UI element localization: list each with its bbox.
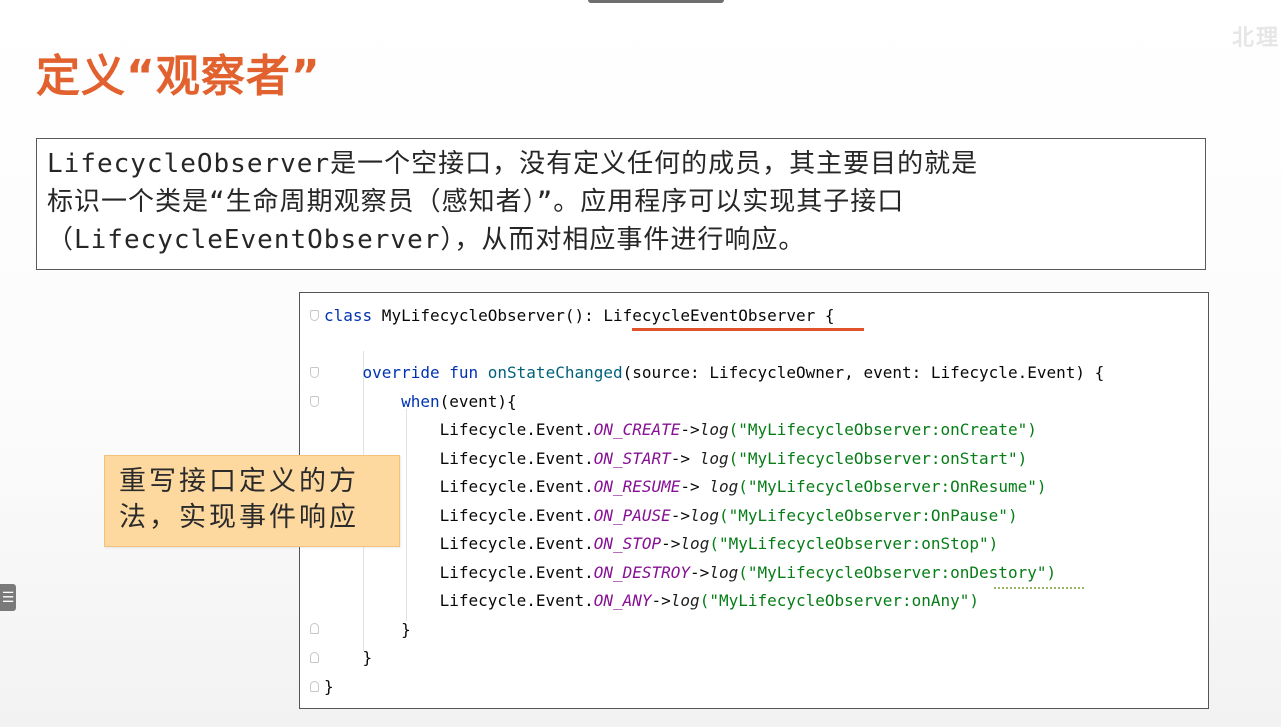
code-text: Lifecycle.Event. xyxy=(324,563,594,582)
code-line-event: Lifecycle.Event.ON_PAUSE->log("MyLifecyc… xyxy=(324,505,1018,527)
code-keyword: override fun xyxy=(362,363,479,382)
code-text: -> xyxy=(651,591,671,610)
code-text: -> xyxy=(661,534,681,553)
description-line: （LifecycleEventObserver），从而对相应事件进行响应。 xyxy=(47,225,806,255)
interface-underline xyxy=(632,328,864,331)
code-line-close-when: } xyxy=(324,620,411,639)
code-keyword: when xyxy=(401,392,440,411)
code-log-call: log xyxy=(709,477,739,496)
code-line-event: Lifecycle.Event.ON_STOP->log("MyLifecycl… xyxy=(324,533,999,555)
fold-marker-icon[interactable] xyxy=(310,396,319,407)
code-string: ("MyLifecycleObserver:onAny") xyxy=(699,591,980,610)
code-text: -> xyxy=(680,477,710,496)
code-text: -> xyxy=(680,420,700,439)
fold-marker-icon[interactable] xyxy=(310,367,319,378)
watermark: 北理 xyxy=(1232,26,1281,51)
code-string: ("MyLifecycleObserver:onDestory") xyxy=(738,563,1057,582)
code-line-event: Lifecycle.Event.ON_START-> log("MyLifecy… xyxy=(324,448,1028,470)
slide-title: 定义“观察者” xyxy=(36,51,321,102)
code-line-when: when(event){ xyxy=(324,391,517,413)
top-window-tab xyxy=(588,0,724,3)
code-text: Lifecycle.Event. xyxy=(324,420,594,439)
code-log-call: log xyxy=(670,591,700,610)
code-string: ("MyLifecycleObserver:OnResume") xyxy=(738,477,1047,496)
annotation-callout: 重写接口定义的方 法，实现事件响应 xyxy=(104,455,400,547)
code-log-call: log xyxy=(690,506,719,525)
code-line-close-class: } xyxy=(324,677,334,696)
description-line: 标识一个类是“生命周期观察员（感知者）”。应用程序可以实现其子接口 xyxy=(47,187,905,217)
code-constant: ON_STOP xyxy=(593,534,662,553)
code-snippet: class MyLifecycleObserver(): LifecycleEv… xyxy=(299,292,1209,709)
code-line-event: Lifecycle.Event.ON_CREATE->log("MyLifecy… xyxy=(324,419,1037,441)
code-constant: ON_DESTROY xyxy=(593,563,691,582)
code-constant: ON_ANY xyxy=(593,591,652,610)
code-line-class-declaration: class MyLifecycleObserver(): LifecycleEv… xyxy=(324,305,835,327)
code-text: { xyxy=(815,306,835,325)
code-line-event: Lifecycle.Event.ON_ANY->log("MyLifecycle… xyxy=(324,590,979,612)
code-constant: ON_CREATE xyxy=(593,420,681,439)
code-text: (event){ xyxy=(439,392,517,411)
code-constant: ON_START xyxy=(593,449,671,468)
code-line-override: override fun onStateChanged(source: Life… xyxy=(324,362,1105,384)
code-function-name: onStateChanged xyxy=(487,363,623,382)
menu-icon: ☰ xyxy=(1,589,15,606)
fold-marker-icon[interactable] xyxy=(310,652,319,663)
spellcheck-squiggle xyxy=(994,585,1084,589)
code-text: -> xyxy=(670,449,700,468)
code-log-call: log xyxy=(699,449,729,468)
fold-marker-icon[interactable] xyxy=(310,681,319,692)
menu-button[interactable]: ☰ xyxy=(0,584,16,611)
code-line-close-fun: } xyxy=(324,648,373,667)
fold-marker-icon[interactable] xyxy=(310,310,319,321)
description-box: LifecycleObserver是一个空接口，没有定义任何的成员，其主要目的就… xyxy=(36,138,1206,270)
code-text: -> xyxy=(670,506,691,525)
code-constant: ON_PAUSE xyxy=(593,506,671,525)
code-string: ("MyLifecycleObserver:OnPause") xyxy=(718,506,1018,525)
code-string: ("MyLifecycleObserver:onStart") xyxy=(728,449,1028,468)
code-log-call: log xyxy=(709,563,739,582)
callout-line: 法，实现事件响应 xyxy=(119,502,359,533)
code-line-event: Lifecycle.Event.ON_RESUME-> log("MyLifec… xyxy=(324,476,1047,498)
code-text: Lifecycle.Event. xyxy=(324,591,594,610)
code-string: ("MyLifecycleObserver:onStop") xyxy=(709,534,999,553)
fold-marker-icon[interactable] xyxy=(310,623,319,634)
code-string: ("MyLifecycleObserver:onCreate") xyxy=(728,420,1037,439)
code-text: MyLifecycleObserver(): xyxy=(372,306,604,325)
code-line-event: Lifecycle.Event.ON_DESTROY->log("MyLifec… xyxy=(324,562,1057,584)
code-log-call: log xyxy=(699,420,729,439)
description-line: LifecycleObserver是一个空接口，没有定义任何的成员，其主要目的就… xyxy=(47,149,979,179)
code-text: (source: LifecycleOwner, event: Lifecycl… xyxy=(622,363,1105,382)
code-text: -> xyxy=(690,563,710,582)
code-log-call: log xyxy=(680,534,710,553)
code-interface: LifecycleEventObserver xyxy=(603,306,816,325)
callout-line: 重写接口定义的方 xyxy=(119,466,359,497)
code-constant: ON_RESUME xyxy=(593,477,681,496)
code-keyword: class xyxy=(324,306,373,325)
